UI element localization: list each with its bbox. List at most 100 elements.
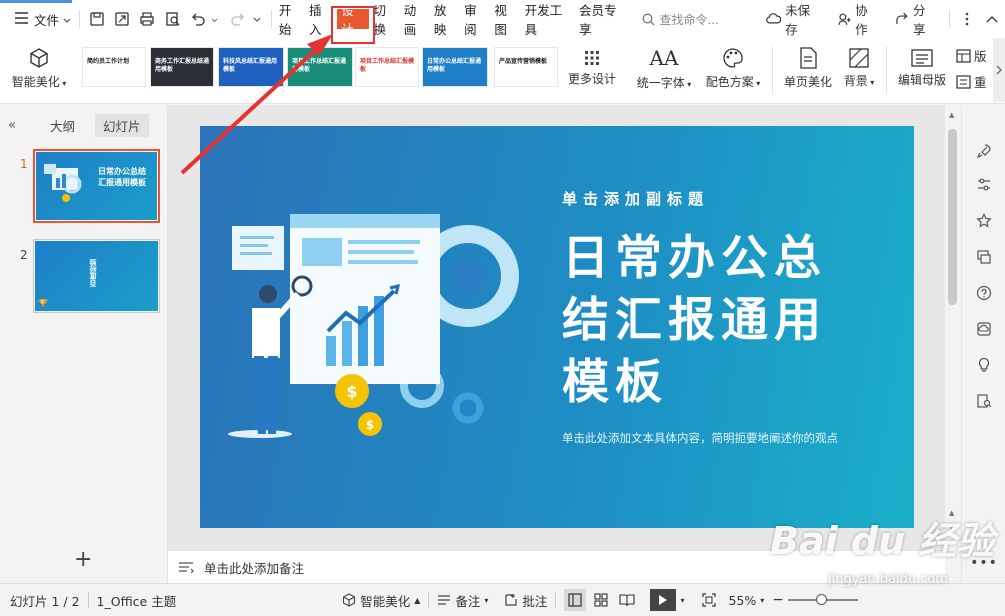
slide-title[interactable]: 日常办公总 结汇报通用 模板 [562, 228, 827, 414]
current-slide[interactable]: $ $ 单击添加副标题 日常办公总 结汇报通用 模板 单击此处添加文本具体内容，… [200, 126, 914, 528]
transition-button[interactable] [974, 247, 994, 267]
status-comments-button[interactable]: 批注 [496, 591, 555, 610]
divider [886, 46, 887, 94]
tab-animations[interactable]: 动画 [401, 0, 431, 38]
status-notes-button[interactable]: 备注 ▾ [429, 591, 496, 610]
smart-beautify-button[interactable]: 智能美化 ▾ [10, 38, 68, 98]
play-slideshow-button[interactable] [650, 589, 677, 611]
tab-transitions[interactable]: 切换 [370, 0, 400, 38]
background-label: 背景 ▾ [843, 73, 875, 88]
collapse-panel-icon[interactable]: « [8, 118, 16, 133]
redo-button[interactable] [226, 0, 251, 38]
dropdown-caret-icon: ▾ [59, 78, 67, 88]
slide-description[interactable]: 单击此处添加文本具体内容，简明扼要地阐述你的观点 [562, 430, 838, 446]
animation-button[interactable] [974, 211, 994, 231]
design-template-thumbnail[interactable]: 项目工作总结汇报模板 [355, 47, 419, 87]
scroll-up-icon[interactable]: ▲ [949, 111, 954, 119]
design-template-thumbnail[interactable]: 简约员工作计划 [82, 47, 146, 87]
color-scheme-button[interactable]: 配色方案 ▾ [702, 38, 764, 98]
baidu-watermark-url: jingyan.baidu.com [828, 572, 948, 587]
design-template-title: 产品宣传营销模板 [499, 58, 548, 65]
search-placeholder: 查找命令... [659, 12, 719, 27]
rearrange-label: 重 [974, 75, 987, 90]
collapse-ribbon-button[interactable] [980, 0, 1005, 38]
slide-title-line: 结汇报通用 [562, 293, 827, 348]
more-options-button[interactable] [954, 0, 979, 38]
status-smart-beautify-button[interactable]: 智能美化 ▲ [334, 591, 428, 610]
hamburger-icon [14, 11, 29, 27]
add-slide-button[interactable]: + [74, 547, 92, 572]
slide-number: 2 [20, 248, 28, 262]
zoom-slider-thumb[interactable] [816, 594, 827, 605]
unsaved-status[interactable]: 未保存 [758, 0, 830, 38]
rocket-button[interactable] [974, 141, 994, 161]
print-button[interactable] [135, 0, 160, 38]
tab-view[interactable]: 视图 [491, 0, 521, 38]
dropdown-caret-icon: ▾ [867, 77, 875, 87]
cloud-doc-button[interactable] [974, 319, 994, 339]
file-menu-label: 文件 [34, 12, 60, 28]
ideas-button[interactable] [974, 355, 994, 375]
collab-button[interactable]: 协作 [830, 0, 888, 38]
slide-subtitle[interactable]: 单击添加副标题 [562, 188, 709, 209]
print-preview-button[interactable] [160, 0, 185, 38]
normal-view-button[interactable] [564, 589, 587, 611]
tab-slideshow[interactable]: 放映 [431, 0, 461, 38]
zoom-out-button[interactable]: − [772, 592, 784, 608]
chevron-up-icon: ▲ [414, 595, 421, 605]
star-icon [976, 213, 992, 228]
theme-name[interactable]: 1_Office 主题 [89, 591, 185, 610]
tab-developer[interactable]: 开发工具 [522, 0, 576, 38]
background-button[interactable]: 背景 ▾ [838, 38, 880, 98]
design-template-thumbnail[interactable]: 日常办公总结汇报通用模板 [422, 47, 488, 87]
slide-thumbnail-2-preview: 百度经验 🏆 [35, 241, 158, 311]
unify-font-label: 统一字体 ▾ [636, 75, 692, 90]
edit-master-button[interactable]: 编辑母版 [894, 38, 950, 98]
reader-button[interactable] [974, 391, 994, 411]
fit-window-button[interactable] [694, 593, 724, 607]
reading-view-button[interactable] [616, 589, 638, 611]
tab-indicator [0, 0, 72, 3]
svg-text:$: $ [346, 382, 357, 401]
play-dropdown-icon[interactable]: ▾ [680, 596, 684, 605]
page-beautify-label: 单页美化 [783, 74, 832, 89]
tab-outline[interactable]: 大纲 [42, 114, 83, 137]
share-button[interactable]: 分享 [887, 0, 945, 38]
tab-member[interactable]: 会员专享 [576, 0, 630, 38]
quick-access-dropdown-icon[interactable] [253, 12, 261, 26]
vertical-scrollbar[interactable]: ▲ ▲ ▼ [945, 105, 961, 550]
adjust-button[interactable] [974, 175, 994, 195]
tab-home[interactable]: 开始 [276, 0, 306, 38]
zoom-level[interactable]: 55% ▾ [724, 593, 768, 608]
help-button[interactable] [974, 283, 994, 303]
slide-sorter-button[interactable] [590, 589, 612, 611]
zoom-slider[interactable] [788, 594, 858, 605]
ribbon-scroll-right-button[interactable] [993, 38, 1005, 102]
rearrange-button[interactable]: 重 [956, 72, 987, 91]
normal-view-icon [568, 593, 583, 607]
undo-button[interactable] [185, 0, 210, 38]
layout-button[interactable]: 版 [956, 46, 987, 65]
command-search[interactable]: 查找命令... [642, 11, 749, 28]
more-designs-button[interactable]: 更多设计 [562, 38, 622, 98]
font-aa-icon: AA [649, 45, 679, 70]
layout-icon [956, 48, 971, 63]
unify-font-button[interactable]: AA 统一字体 ▾ [632, 38, 696, 98]
tab-review[interactable]: 审阅 [461, 0, 491, 38]
page-beautify-button[interactable]: 单页美化 [780, 38, 836, 98]
file-menu[interactable]: 文件 [10, 0, 75, 38]
tab-slides[interactable]: 幻灯片 [94, 113, 149, 137]
more-vertical-icon [965, 12, 969, 26]
design-template-thumbnail[interactable]: 项目工作总结汇报通用模板 [287, 47, 353, 87]
design-ribbon: 智能美化 ▾ 简约员工作计划 商务工作汇报总结通用模板 科技风总结汇报通用模板 项目工… [0, 38, 1005, 104]
cube-icon [343, 593, 356, 607]
export-button[interactable] [109, 0, 134, 38]
design-template-thumbnail[interactable]: 科技风总结汇报通用模板 [218, 47, 284, 87]
design-template-thumbnail[interactable]: 商务工作汇报总结通用模板 [150, 47, 214, 87]
scrollbar-thumb[interactable] [948, 129, 957, 305]
slide-title-line: 模板 [562, 355, 668, 410]
undo-dropdown-icon[interactable] [211, 12, 218, 26]
design-template-thumbnail[interactable]: 产品宣传营销模板 [494, 47, 558, 87]
background-icon [849, 47, 869, 68]
save-button[interactable] [84, 0, 109, 38]
